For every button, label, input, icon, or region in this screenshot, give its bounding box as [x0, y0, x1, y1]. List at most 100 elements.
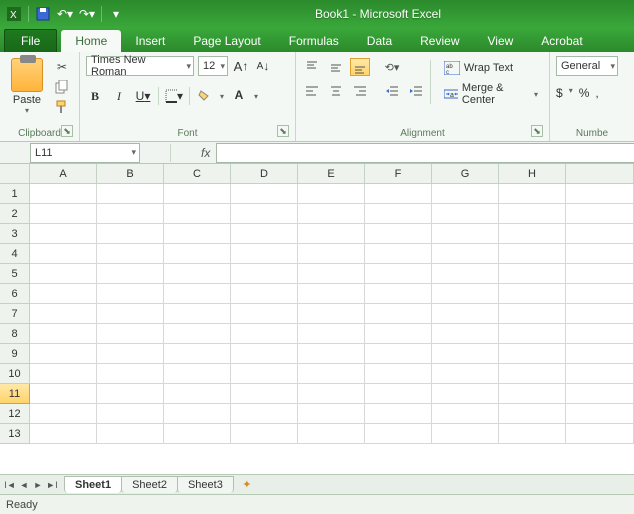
orientation-icon[interactable]: ⟲▾ [382, 58, 402, 76]
sheet-nav-prev-icon[interactable]: ◄ [18, 480, 30, 490]
cell[interactable] [30, 304, 97, 324]
cell[interactable] [298, 264, 365, 284]
cell[interactable] [30, 364, 97, 384]
cell[interactable] [298, 184, 365, 204]
cell[interactable] [566, 284, 634, 304]
number-format-combo[interactable]: General [556, 56, 618, 76]
shrink-font-icon[interactable]: A↓ [254, 56, 272, 76]
cell[interactable] [432, 404, 499, 424]
cell[interactable] [97, 344, 164, 364]
sheet-nav-first-icon[interactable]: I◄ [4, 480, 16, 490]
cell[interactable] [298, 384, 365, 404]
cell[interactable] [566, 404, 634, 424]
alignment-dialog-launcher[interactable]: ⬊ [531, 125, 543, 137]
cell[interactable] [566, 424, 634, 444]
fx-icon[interactable]: fx [201, 146, 210, 160]
cell[interactable] [566, 224, 634, 244]
cell[interactable] [365, 304, 432, 324]
col-header[interactable]: E [298, 164, 365, 184]
cell[interactable] [298, 404, 365, 424]
name-box[interactable]: L11 [30, 143, 140, 163]
cell[interactable] [164, 324, 231, 344]
cell[interactable] [164, 304, 231, 324]
cell[interactable] [164, 364, 231, 384]
cell[interactable] [231, 404, 298, 424]
cell[interactable] [298, 284, 365, 304]
col-header[interactable]: A [30, 164, 97, 184]
cell[interactable] [365, 424, 432, 444]
qat-customize-icon[interactable]: ▾ [106, 4, 126, 24]
cell[interactable] [566, 364, 634, 384]
cell[interactable] [432, 184, 499, 204]
new-sheet-icon[interactable]: ✦ [237, 478, 257, 492]
cell[interactable] [97, 384, 164, 404]
cell[interactable] [566, 344, 634, 364]
cell[interactable] [164, 244, 231, 264]
cell[interactable] [231, 424, 298, 444]
increase-indent-icon[interactable] [406, 82, 426, 100]
cell[interactable] [499, 364, 566, 384]
cell[interactable] [231, 324, 298, 344]
cell[interactable] [30, 404, 97, 424]
col-header[interactable]: D [231, 164, 298, 184]
cell[interactable] [164, 224, 231, 244]
cell[interactable] [97, 204, 164, 224]
font-name-combo[interactable]: Times New Roman [86, 56, 194, 76]
cell[interactable] [231, 284, 298, 304]
cell[interactable] [231, 184, 298, 204]
cell[interactable] [97, 184, 164, 204]
cell[interactable] [298, 304, 365, 324]
row-header[interactable]: 3 [0, 224, 30, 244]
row-header[interactable]: 10 [0, 364, 30, 384]
cell[interactable] [499, 184, 566, 204]
redo-icon[interactable]: ↷▾ [77, 4, 97, 24]
format-painter-icon[interactable] [52, 98, 72, 116]
undo-icon[interactable]: ↶▾ [55, 4, 75, 24]
align-left-icon[interactable] [302, 82, 322, 100]
cell[interactable] [432, 324, 499, 344]
cell[interactable] [499, 344, 566, 364]
cell[interactable] [298, 324, 365, 344]
tab-page-layout[interactable]: Page Layout [179, 30, 274, 52]
cell[interactable] [164, 424, 231, 444]
cell[interactable] [432, 304, 499, 324]
row-header[interactable]: 4 [0, 244, 30, 264]
cell[interactable] [566, 204, 634, 224]
grow-font-icon[interactable]: A↑ [232, 56, 250, 76]
cell[interactable] [566, 264, 634, 284]
cell[interactable] [97, 264, 164, 284]
cell[interactable] [298, 344, 365, 364]
cell[interactable] [298, 224, 365, 244]
cell[interactable] [97, 244, 164, 264]
cell[interactable] [499, 424, 566, 444]
excel-icon[interactable]: X [4, 4, 24, 24]
cell[interactable] [30, 324, 97, 344]
currency-icon[interactable]: $ [556, 86, 563, 100]
sheet-nav-last-icon[interactable]: ►I [46, 480, 58, 490]
cell[interactable] [566, 384, 634, 404]
row-header[interactable]: 2 [0, 204, 30, 224]
cell[interactable] [365, 184, 432, 204]
col-header[interactable]: H [499, 164, 566, 184]
cell[interactable] [365, 344, 432, 364]
cell[interactable] [164, 344, 231, 364]
cell[interactable] [164, 204, 231, 224]
row-header[interactable]: 1 [0, 184, 30, 204]
cell[interactable] [432, 224, 499, 244]
cell[interactable] [97, 304, 164, 324]
copy-icon[interactable] [52, 78, 72, 96]
col-header[interactable]: C [164, 164, 231, 184]
cell[interactable] [30, 384, 97, 404]
row-header[interactable]: 13 [0, 424, 30, 444]
row-header[interactable]: 6 [0, 284, 30, 304]
cell[interactable] [298, 244, 365, 264]
cell[interactable] [365, 264, 432, 284]
cell[interactable] [231, 364, 298, 384]
cell[interactable] [164, 284, 231, 304]
font-size-combo[interactable]: 12 [198, 56, 228, 76]
cell[interactable] [499, 264, 566, 284]
cell[interactable] [298, 424, 365, 444]
cell[interactable] [566, 324, 634, 344]
font-dialog-launcher[interactable]: ⬊ [277, 125, 289, 137]
cell[interactable] [499, 224, 566, 244]
